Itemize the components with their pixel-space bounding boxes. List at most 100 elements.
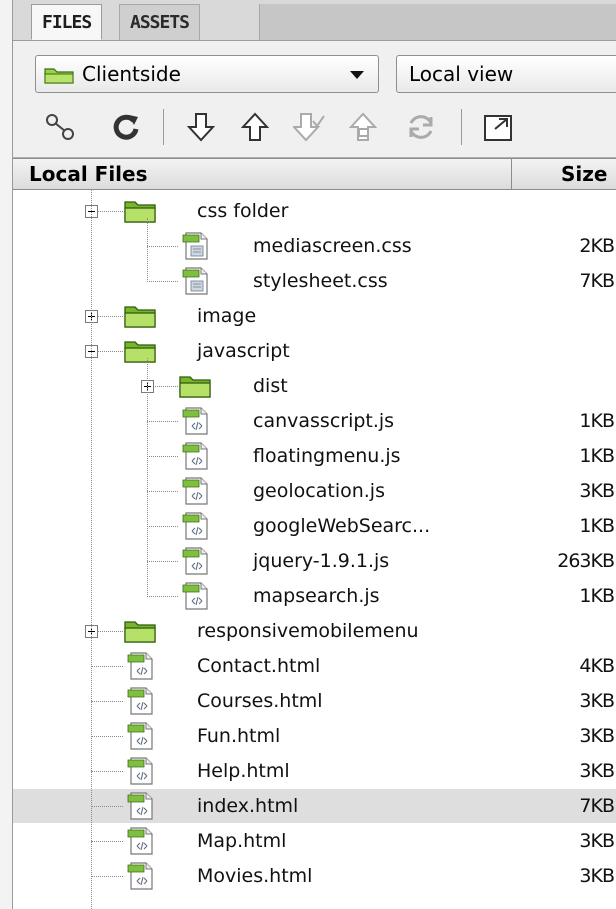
files-panel: FILES ASSETS Clientside Local view Local… [0, 0, 616, 909]
expand-icon[interactable] [477, 107, 517, 147]
tree-file-row[interactable]: Courses.html 3KB [13, 684, 616, 718]
tab-files[interactable]: FILES [31, 4, 103, 40]
folder-icon [44, 68, 74, 84]
folder-icon [123, 303, 157, 329]
tree-connector [147, 526, 178, 527]
tree-guide-line [91, 190, 92, 909]
code-file-icon [182, 546, 210, 576]
file-size: 4KB [579, 655, 615, 677]
tree-file-row[interactable]: floatingmenu.js 1KB [13, 439, 616, 473]
code-file-icon [182, 406, 210, 436]
tree-folder-row[interactable]: responsivemobilemenu [13, 614, 616, 648]
tree-connector [91, 841, 123, 842]
file-name: stylesheet.css [253, 270, 388, 292]
file-size: 3KB [579, 690, 615, 712]
file-name: jquery-1.9.1.js [253, 550, 390, 572]
check-in-icon[interactable] [345, 107, 385, 147]
file-size: 1KB [579, 445, 615, 467]
css-file-icon [182, 231, 210, 261]
file-list-header: Local Files Size [13, 158, 616, 190]
code-file-icon [182, 511, 210, 541]
column-divider[interactable] [511, 159, 512, 189]
tab-strip-fill [259, 4, 616, 40]
put-files-icon[interactable] [235, 107, 275, 147]
tree-connector [147, 456, 178, 457]
tree-file-row[interactable]: stylesheet.css 7KB [13, 264, 616, 298]
file-name: canvasscript.js [253, 410, 395, 432]
file-name: Map.html [197, 830, 287, 852]
folder-icon [123, 198, 157, 224]
file-name: javascript [197, 340, 290, 362]
refresh-icon[interactable] [105, 107, 145, 147]
get-files-icon[interactable] [181, 107, 221, 147]
tree-file-row[interactable]: canvasscript.js 1KB [13, 404, 616, 438]
file-size: 3KB [579, 865, 615, 887]
toolbar: Clientside Local view [13, 41, 616, 158]
file-name: Help.html [197, 760, 290, 782]
file-size: 2KB [579, 235, 615, 257]
file-name: Contact.html [197, 655, 321, 677]
tree-folder-row[interactable]: javascript [13, 334, 616, 368]
tree-guide-line [147, 218, 148, 282]
code-file-icon [127, 756, 155, 786]
tree-folder-row[interactable]: dist [13, 369, 616, 403]
site-select[interactable]: Clientside [35, 55, 379, 93]
check-out-icon[interactable] [289, 107, 329, 147]
file-size: 263KB [557, 550, 615, 572]
tree-connector [147, 491, 178, 492]
tab-assets[interactable]: ASSETS [119, 4, 201, 40]
folder-icon [178, 373, 212, 399]
tree-file-row[interactable]: googleWebSearc... 1KB [13, 509, 616, 543]
tree-file-row[interactable]: Map.html 3KB [13, 824, 616, 858]
tree-folder-row[interactable]: image [13, 299, 616, 333]
file-size: 3KB [579, 725, 615, 747]
file-name: css folder [197, 200, 289, 222]
file-name: index.html [197, 795, 299, 817]
code-file-icon [127, 826, 155, 856]
tree-file-row[interactable]: index.html 7KB [13, 789, 616, 823]
tree-connector [91, 876, 123, 877]
toolbar-separator [461, 109, 462, 145]
view-select[interactable]: Local view [396, 55, 616, 93]
file-size: 1KB [579, 585, 615, 607]
file-name: googleWebSearc... [253, 515, 431, 537]
code-file-icon [127, 651, 155, 681]
tree-connector [91, 806, 123, 807]
code-file-icon [182, 476, 210, 506]
tree-file-row[interactable]: jquery-1.9.1.js 263KB [13, 544, 616, 578]
file-size: 1KB [579, 410, 615, 432]
file-name: dist [253, 375, 288, 397]
tree-file-row[interactable]: mediascreen.css 2KB [13, 229, 616, 263]
chevron-down-icon[interactable] [350, 71, 364, 79]
folder-icon [123, 338, 157, 364]
column-size[interactable]: Size [561, 159, 607, 189]
tree-connector [147, 246, 178, 247]
code-file-icon [182, 441, 210, 471]
tree-folder-row[interactable]: css folder [13, 194, 616, 228]
tree-file-row[interactable]: mapsearch.js 1KB [13, 579, 616, 613]
tree-connector [91, 701, 123, 702]
tree-file-row[interactable]: Contact.html 4KB [13, 649, 616, 683]
file-tree: css folder mediascreen.css 2KB stylesheet.c… [13, 190, 616, 909]
file-name: floatingmenu.js [253, 445, 401, 467]
panel-left-edge [0, 0, 13, 909]
synchronize-icon[interactable] [401, 107, 441, 147]
file-name: mapsearch.js [253, 585, 380, 607]
file-size: 3KB [579, 760, 615, 782]
column-local-files[interactable]: Local Files [29, 159, 148, 189]
site-select-value: Clientside [82, 62, 181, 86]
tab-strip: FILES ASSETS [13, 0, 616, 41]
file-name: responsivemobilemenu [197, 620, 419, 642]
file-size: 7KB [579, 270, 615, 292]
tree-file-row[interactable]: Fun.html 3KB [13, 719, 616, 753]
tree-file-row[interactable]: Help.html 3KB [13, 754, 616, 788]
toolbar-separator [163, 109, 164, 145]
code-file-icon [127, 686, 155, 716]
file-name: Movies.html [197, 865, 313, 887]
tree-file-row[interactable]: Movies.html 3KB [13, 859, 616, 893]
tree-connector [147, 561, 178, 562]
file-name: Courses.html [197, 690, 323, 712]
file-name: mediascreen.css [253, 235, 412, 257]
connect-icon[interactable] [41, 107, 81, 147]
tree-file-row[interactable]: geolocation.js 3KB [13, 474, 616, 508]
